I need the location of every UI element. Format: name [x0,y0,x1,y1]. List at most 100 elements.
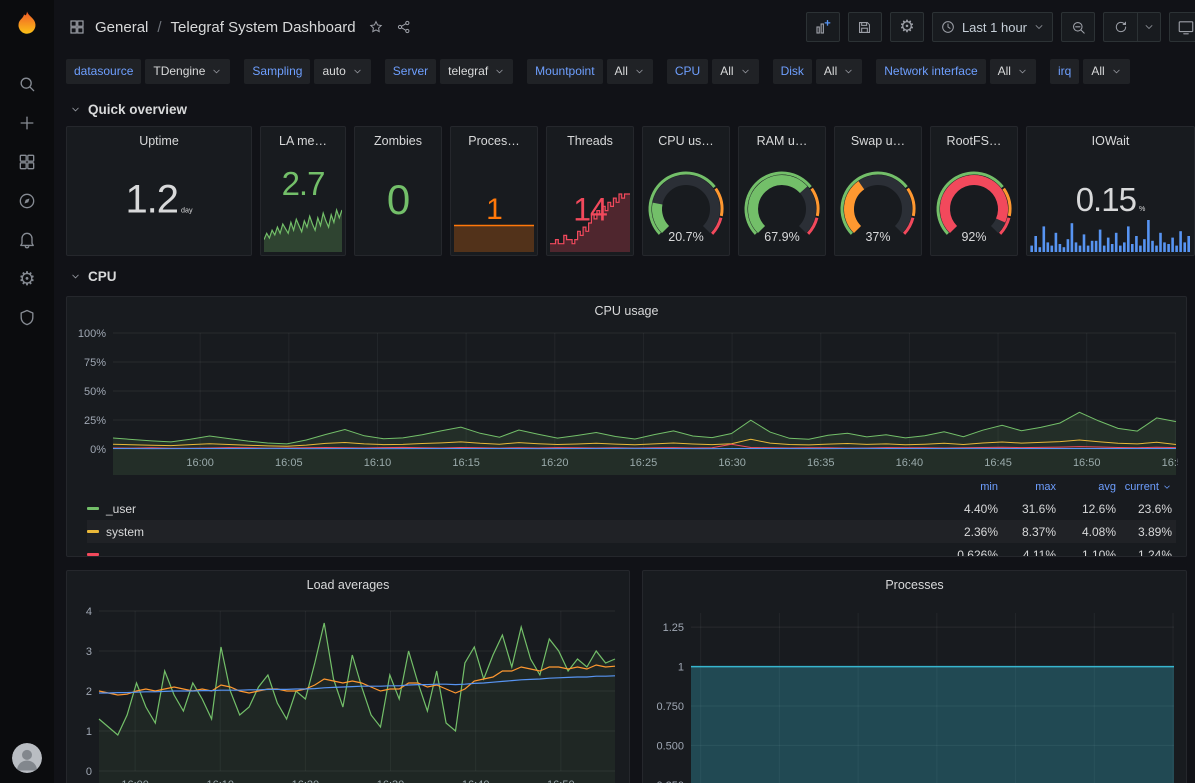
cpu-usage-chart[interactable]: 0%25%50%75%100%16:0016:0516:1016:1516:20… [75,325,1178,475]
server-admin-shield-icon[interactable] [16,307,38,329]
panel-title[interactable]: RAM u… [739,127,825,155]
panel-title[interactable]: IOWait [1027,127,1194,155]
stat-value: 1 [486,193,502,226]
panel-title[interactable]: Threads [547,127,633,155]
clock-icon [940,19,956,35]
load-averages-chart[interactable]: 0123416:0016:1016:2016:3016:4016:50 [75,599,621,783]
stat-min: 0.626% [942,548,998,557]
legend-row-user: _user 4.40% 31.6% 12.6% 23.6% [87,497,1176,520]
variable-sampling: Sampling auto [244,59,370,84]
sidebar-menu: ⚙ [16,73,38,329]
chevron-down-icon [70,104,81,115]
panel-title[interactable]: Processes [643,571,1186,599]
panel-uptime: Uptime 1.2day [66,126,252,256]
section-cpu[interactable]: CPU [54,256,1195,296]
series-toggle[interactable] [87,553,942,556]
variable-value-dropdown[interactable]: auto [314,59,370,84]
main-content: General / Telegraf System Dashboard ⚙ [54,0,1195,783]
sparkline [264,206,342,252]
variable-mountpoint: Mountpoint All [527,59,653,84]
variable-value-dropdown[interactable]: telegraf [440,59,513,84]
stat-avg: 4.08% [1056,525,1116,539]
variable-label: Server [385,59,436,84]
chart-legend: min max avg current _user 4.40% 31.6% 12… [67,475,1186,556]
panel-title[interactable]: Load averages [67,571,629,599]
legend-header: min max avg current [87,477,1176,497]
variable-value-dropdown[interactable]: All [816,59,862,84]
processes-chart[interactable]: 0.2500.5000.75011.25 [651,599,1178,783]
panel-cpu-usage-gauge: CPU us… 20.7% [642,126,730,256]
stat-max: 31.6% [998,502,1056,516]
save-dashboard-button[interactable] [848,12,882,42]
add-icon[interactable] [16,112,38,134]
explore-compass-icon[interactable] [16,190,38,212]
chevron-down-icon [1143,21,1155,33]
variable-value-dropdown[interactable]: TDengine [145,59,230,84]
panel-title[interactable]: Zombies [355,127,441,155]
panel-title[interactable]: CPU usage [67,297,1186,325]
refresh-interval-caret[interactable] [1137,12,1161,42]
alerting-bell-icon[interactable] [16,229,38,251]
panel-iowait: IOWait 0.15% [1026,126,1195,256]
variable-value-dropdown[interactable]: All [1083,59,1129,84]
zoom-out-button[interactable] [1061,12,1095,42]
panel-title[interactable]: Uptime [67,127,251,155]
panel-title[interactable]: RootFS… [931,127,1017,155]
refresh-button[interactable] [1103,12,1137,42]
share-icon[interactable] [396,19,412,35]
legend-col-current[interactable]: current [1116,481,1172,493]
time-picker-button[interactable]: Last 1 hour [932,12,1053,42]
svg-text:1.25: 1.25 [663,622,684,634]
top-navbar: General / Telegraf System Dashboard ⚙ [54,0,1195,54]
variable-value-dropdown[interactable]: All [607,59,653,84]
configuration-gear-icon[interactable]: ⚙ [16,268,38,290]
gauge-value: 37% [837,230,919,244]
dashboard-title[interactable]: Telegraf System Dashboard [171,19,356,36]
variable-value-dropdown[interactable]: All [712,59,758,84]
chevron-down-icon [740,66,751,77]
legend-col-max[interactable]: max [998,481,1056,493]
panel-title[interactable]: CPU us… [643,127,729,155]
variable-label: datasource [66,59,141,84]
panel-title[interactable]: Proces… [451,127,537,155]
svg-text:0: 0 [86,766,92,778]
section-quick-overview[interactable]: Quick overview [54,92,1195,126]
star-icon[interactable] [368,19,384,35]
user-avatar[interactable] [12,743,42,773]
panel-title[interactable]: LA me… [261,127,345,155]
panel-title[interactable]: Swap u… [835,127,921,155]
apps-grid-icon[interactable] [68,18,86,36]
series-toggle[interactable]: _user [87,502,942,516]
bottom-panels: Load averages 0123416:0016:1016:2016:301… [66,570,1195,783]
chevron-down-icon [211,66,222,77]
breadcrumb-folder[interactable]: General [95,19,148,36]
legend-col-avg[interactable]: avg [1056,481,1116,493]
grafana-app: ⚙ General / Telegraf System Dashboard [0,0,1195,783]
svg-text:75%: 75% [84,357,106,369]
stat-value: 14 [573,191,607,227]
search-icon[interactable] [16,73,38,95]
chevron-down-icon [1033,21,1045,33]
stat-value: 0.15 [1076,181,1136,218]
variable-datasource: datasource TDengine [66,59,230,84]
variable-network-interface: Network interface All [876,59,1036,84]
panel-processes-stat: Proces… 1 [450,126,538,256]
add-panel-button[interactable] [806,12,840,42]
template-variables-row: datasource TDengine Sampling auto Server… [54,54,1195,92]
series-toggle[interactable]: system [87,525,942,539]
sidebar: ⚙ [0,0,54,783]
grafana-logo[interactable] [10,9,44,43]
panel-swap-usage-gauge: Swap u… 37% [834,126,922,256]
gauge-value: 67.9% [741,230,823,244]
svg-text:3: 3 [86,646,92,658]
gauge-value: 20.7% [645,230,727,244]
stat-current: 23.6% [1116,502,1172,516]
variable-value-dropdown[interactable]: All [990,59,1036,84]
legend-col-min[interactable]: min [942,481,998,493]
dashboard-settings-button[interactable]: ⚙ [890,12,924,42]
dashboards-icon[interactable] [16,151,38,173]
svg-text:100%: 100% [78,328,106,340]
stat-min: 4.40% [942,502,998,516]
tv-mode-button[interactable] [1169,12,1195,42]
panel-load-averages: Load averages 0123416:0016:1016:2016:301… [66,570,630,783]
